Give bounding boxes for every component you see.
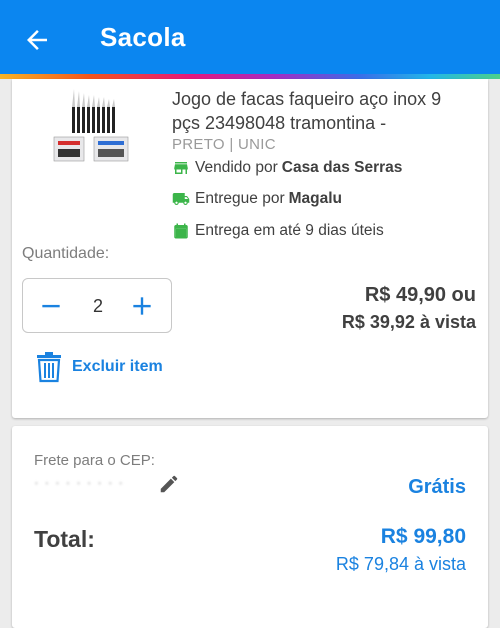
page-title: Sacola [100, 22, 186, 52]
item-price-cash: R$ 39,92 à vista [341, 312, 476, 332]
product-image[interactable] [50, 87, 134, 171]
cep-value: · · · · · · · · · [34, 474, 125, 490]
shipping-cep-label: Frete para o CEP: [34, 452, 155, 469]
delete-item-label: Excluir item [72, 358, 163, 375]
product-variant: PRETO | UNIC [172, 136, 276, 153]
total-cash-value: R$ 79,84 à vista [335, 554, 466, 574]
plus-icon[interactable] [129, 293, 155, 319]
calendar-icon [174, 223, 188, 239]
cart-item-card: Jogo de facas faqueiro aço inox 9 pçs 23… [12, 79, 488, 418]
delivery-time-row: Entrega em até 9 dias úteis [172, 220, 384, 242]
trash-icon [37, 352, 61, 383]
delivered-by-label: Entregue por [195, 190, 285, 207]
total-label: Total: [34, 526, 95, 552]
total-value: R$ 99,80 [380, 525, 466, 548]
quantity-stepper[interactable]: 2 [22, 278, 172, 333]
seller-name: Casa das Serras [281, 159, 403, 176]
app-bar: Sacola [0, 0, 500, 74]
store-icon [174, 162, 188, 174]
pencil-edit-icon[interactable] [158, 473, 180, 495]
sold-by-label: Vendido por [195, 159, 278, 176]
shipping-value: Grátis [408, 476, 466, 498]
sold-by-row: Vendido por Casa das Serras [172, 157, 402, 179]
quantity-label: Quantidade: [22, 245, 110, 262]
delivery-time: Entrega em até 9 dias úteis [195, 222, 384, 239]
item-price: R$ 49,90 ou [364, 284, 476, 306]
product-title[interactable]: Jogo de facas faqueiro aço inox 9 pçs 23… [172, 87, 472, 135]
delete-item-button[interactable]: Excluir item [36, 351, 163, 383]
order-summary-card: Frete para o CEP: · · · · · · · · · Grát… [12, 426, 488, 628]
arrow-left-icon[interactable] [22, 25, 52, 55]
delivery-truck-icon [172, 193, 190, 205]
delivered-by-row: Entregue por Magalu [172, 188, 342, 210]
carrier-name: Magalu [288, 190, 343, 207]
